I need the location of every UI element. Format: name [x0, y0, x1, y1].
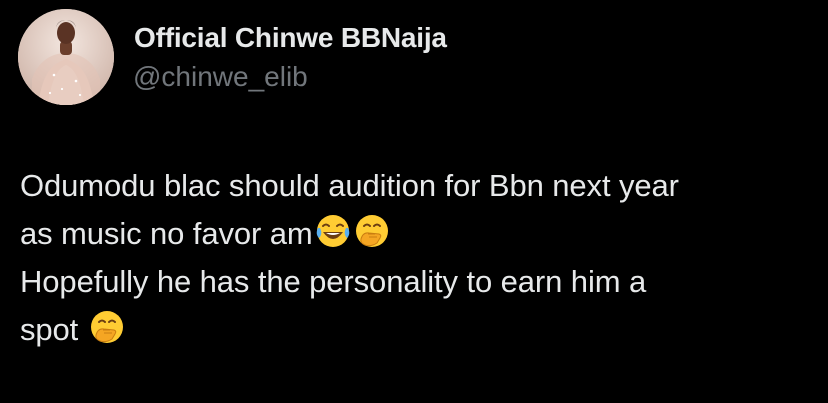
tweet-line-4-wrapper: spot: [20, 306, 810, 354]
user-handle[interactable]: @chinwe_elib: [133, 60, 308, 94]
face-with-hand-over-mouth-icon: [88, 308, 126, 346]
tweet-line-2-wrapper: as music no favor am: [20, 210, 810, 258]
face-with-tears-of-joy-icon: [314, 212, 352, 250]
tweet-line-4: spot: [20, 312, 79, 347]
tweet-line-1: Odumodu blac should audition for Bbn nex…: [20, 168, 679, 203]
tweet-card: Official Chinwe BBNaija @chinwe_elib Odu…: [0, 0, 828, 403]
display-name[interactable]: Official Chinwe BBNaija: [134, 21, 447, 55]
profile-photo-icon: [18, 9, 114, 105]
tweet-body: Odumodu blac should audition for Bbn nex…: [20, 162, 810, 354]
tweet-line-3: Hopefully he has the personality to earn…: [20, 264, 647, 299]
tweet-line-2: as music no favor am: [20, 216, 313, 251]
avatar[interactable]: [18, 9, 114, 105]
face-with-hand-over-mouth-icon: [353, 212, 391, 250]
